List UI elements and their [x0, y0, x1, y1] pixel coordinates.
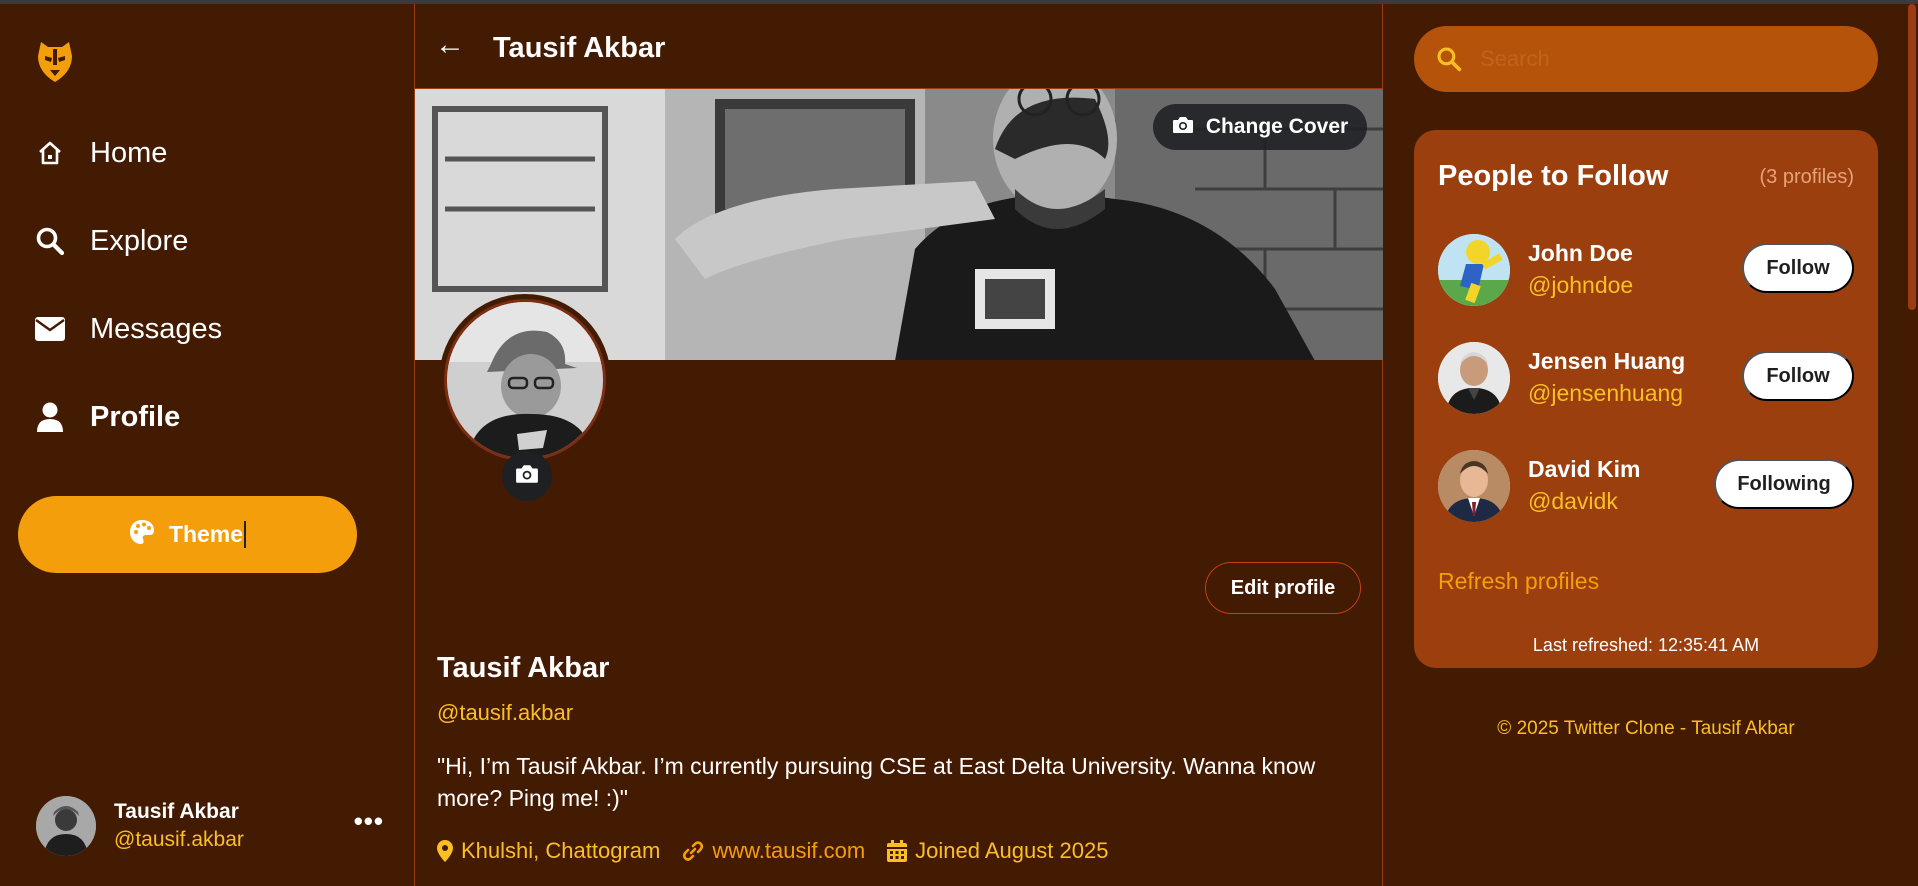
profile-main: ← Tausif Akbar Change Cover Edit profile…	[414, 4, 1383, 886]
search-bar[interactable]	[1414, 26, 1878, 92]
nav-explore-label: Explore	[90, 224, 189, 257]
footer-copyright: © 2025 Twitter Clone - Tausif Akbar	[1497, 718, 1795, 739]
profile-website[interactable]: www.tausif.com	[682, 838, 865, 864]
follow-handle: @jensenhuang	[1528, 380, 1684, 406]
follow-card-count: (3 profiles)	[1759, 166, 1854, 188]
follow-avatar	[1438, 342, 1510, 414]
people-to-follow-card: People to Follow (3 profiles) John Doe @…	[1414, 130, 1878, 668]
scrollbar-thumb[interactable]	[1908, 4, 1916, 310]
profile-handle: @tausif.akbar	[437, 700, 574, 725]
profile-picture	[444, 299, 606, 461]
follow-avatar	[1438, 450, 1510, 522]
follow-handle: @davidk	[1528, 488, 1618, 514]
profile-meta: Khulshi, Chattogram www.tausif.com Joine…	[437, 838, 1130, 864]
follow-suggestion[interactable]: John Doe @johndoe Follow	[1438, 234, 1854, 308]
follow-suggestion[interactable]: Jensen Huang @jensenhuang Follow	[1438, 342, 1854, 416]
follow-handle: @johndoe	[1528, 272, 1634, 298]
current-user-avatar	[36, 796, 96, 856]
nav-home[interactable]: Home	[34, 133, 167, 173]
ellipsis-icon[interactable]: •••	[354, 808, 384, 834]
profile-website-link[interactable]: www.tausif.com	[712, 838, 865, 864]
nav-home-label: Home	[90, 136, 168, 169]
follow-name: John Doe	[1528, 240, 1633, 266]
edit-profile-button[interactable]: Edit profile	[1205, 562, 1361, 614]
follow-suggestion[interactable]: David Kim @davidk Following	[1438, 450, 1854, 524]
camera-icon	[1172, 116, 1194, 139]
page-scrollbar[interactable]	[1906, 4, 1918, 886]
calendar-icon	[887, 840, 908, 862]
current-user-handle: @tausif.akbar	[114, 828, 244, 851]
nav-profile-label: Profile	[90, 400, 181, 433]
link-icon	[683, 841, 704, 861]
change-cover-button[interactable]: Change Cover	[1153, 104, 1367, 150]
follow-card-title: People to Follow	[1438, 160, 1669, 192]
following-button[interactable]: Following	[1714, 459, 1854, 509]
follow-button[interactable]: Follow	[1742, 351, 1854, 401]
map-pin-icon	[437, 840, 453, 862]
arrow-left-icon[interactable]: ←	[435, 28, 465, 62]
profile-name: Tausif Akbar	[437, 652, 610, 684]
last-refreshed-text: Last refreshed: 12:35:41 AM	[1532, 635, 1760, 655]
palette-icon	[129, 519, 155, 550]
profile-joined: Joined August 2025	[887, 838, 1108, 864]
profile-header: ← Tausif Akbar	[415, 4, 1383, 88]
nav-messages[interactable]: Messages	[34, 309, 222, 349]
search-icon	[34, 225, 66, 257]
profile-location: Khulshi, Chattogram	[437, 838, 660, 864]
profile-bio: "Hi, I’m Tausif Akbar. I’m currently pur…	[437, 753, 1316, 811]
left-sidebar: Home Explore Messages Profile Theme Taus…	[0, 4, 414, 886]
nav-explore[interactable]: Explore	[34, 221, 188, 261]
change-cover-label: Change Cover	[1205, 115, 1349, 138]
follow-button[interactable]: Follow	[1742, 243, 1854, 293]
profile-location-text: Khulshi, Chattogram	[461, 838, 661, 863]
text-cursor	[244, 521, 247, 548]
home-icon	[34, 137, 66, 169]
follow-name: David Kim	[1528, 456, 1641, 482]
change-avatar-button[interactable]	[502, 451, 552, 501]
theme-button-label: Theme	[168, 521, 244, 547]
tiger-mask-icon[interactable]	[36, 38, 74, 84]
camera-icon	[515, 464, 539, 489]
current-user-card[interactable]: Tausif Akbar @tausif.akbar •••	[36, 794, 386, 858]
nav-profile[interactable]: Profile	[34, 397, 180, 437]
user-icon	[34, 401, 66, 433]
search-icon	[1437, 47, 1462, 72]
profile-joined-text: Joined August 2025	[915, 838, 1109, 863]
search-input[interactable]	[1480, 46, 1860, 72]
envelope-icon	[34, 313, 66, 345]
theme-button[interactable]: Theme	[18, 496, 357, 573]
header-title: Tausif Akbar	[493, 32, 666, 64]
follow-name: Jensen Huang	[1528, 348, 1686, 374]
nav-messages-label: Messages	[90, 312, 223, 345]
refresh-profiles-link[interactable]: Refresh profiles	[1438, 568, 1599, 595]
follow-avatar	[1438, 234, 1510, 306]
current-user-name: Tausif Akbar	[114, 800, 239, 823]
